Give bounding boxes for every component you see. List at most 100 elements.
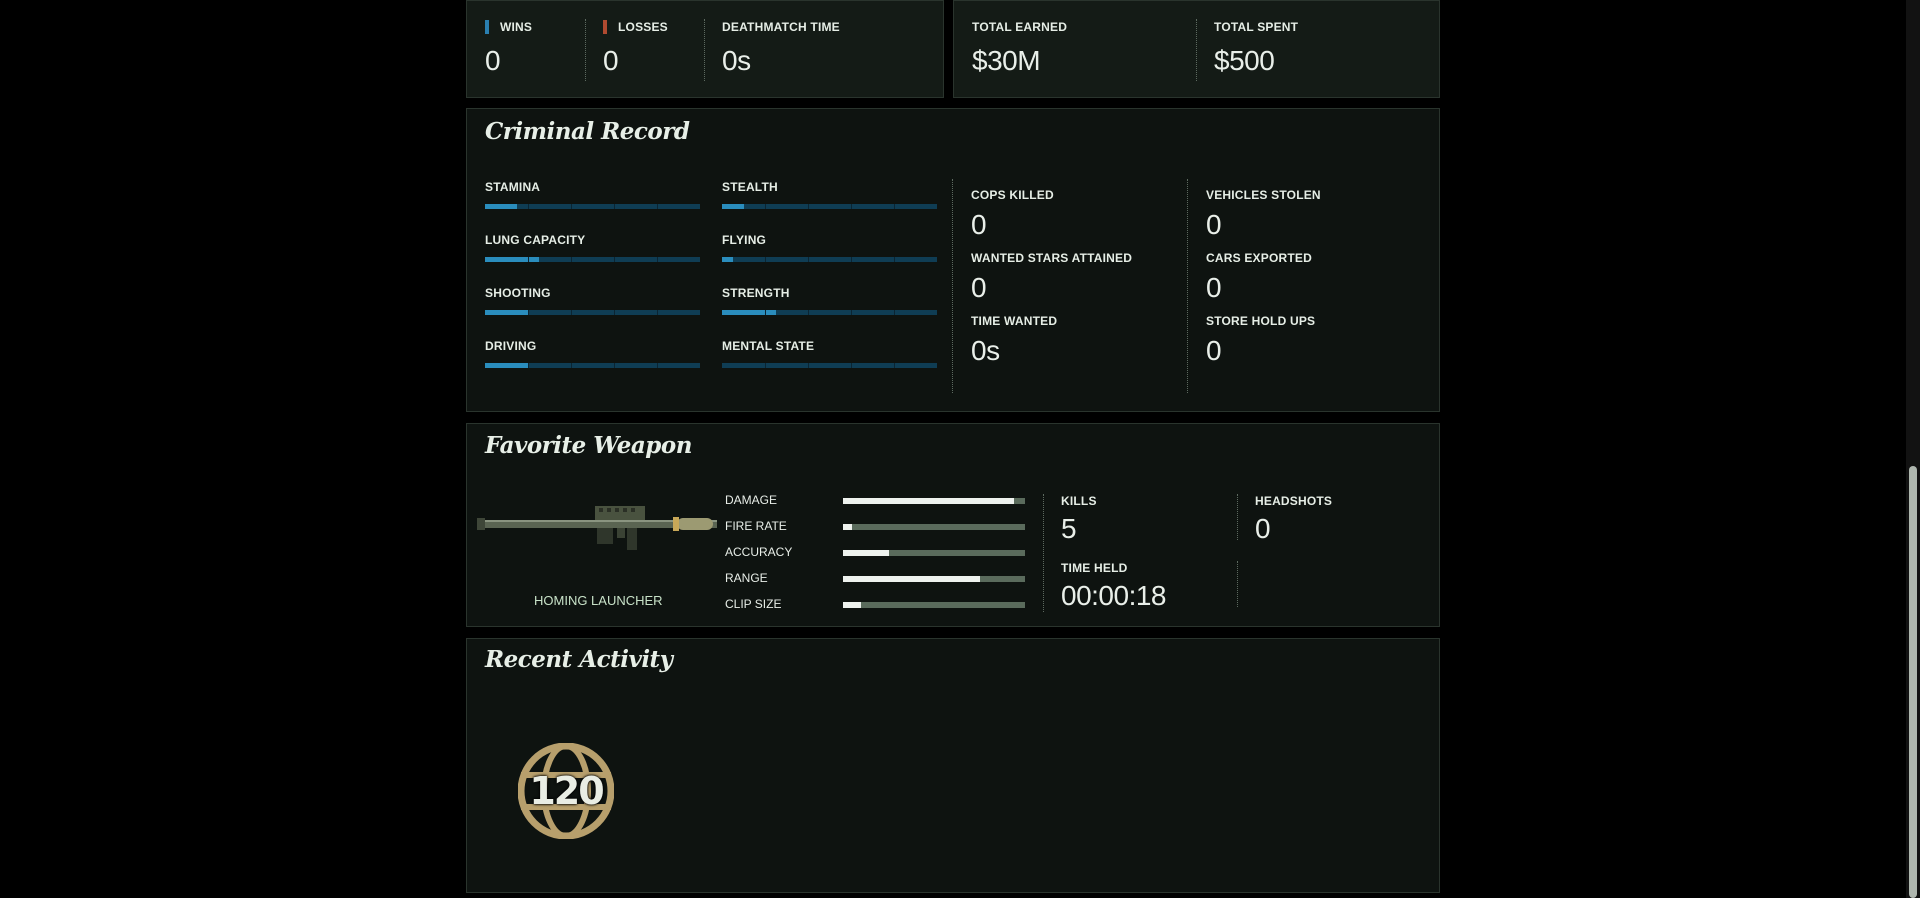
weapon-attr-bar: [843, 550, 1025, 556]
skill-bar-segment: [765, 257, 766, 262]
skill-bar: [485, 204, 700, 209]
divider: [1237, 494, 1238, 540]
kills-value: 5: [1061, 513, 1077, 544]
time-wanted-label: TIME WANTED: [971, 314, 1058, 328]
skill-bar-segment: [851, 310, 852, 315]
skill-bar: [485, 257, 700, 262]
skill-label: MENTAL STATE: [722, 339, 815, 353]
skill-label: STRENGTH: [722, 286, 790, 300]
skill-bar-segment: [571, 257, 572, 262]
divider: [952, 179, 953, 393]
match-stats-panel: WINS 0 LOSSES 0 DEATHMATCH TIME 0s: [466, 0, 944, 98]
weapon-attr-bar-fill: [843, 576, 980, 582]
total-spent-label: TOTAL SPENT: [1214, 20, 1299, 34]
time-held-value: 00:00:18: [1061, 580, 1167, 611]
cars-exported-label: CARS EXPORTED: [1206, 251, 1312, 265]
weapon-attr-bar: [843, 602, 1025, 608]
recent-activity-panel: Recent Activity 120: [466, 638, 1440, 893]
skill-bar: [722, 310, 937, 315]
skill-label: LUNG CAPACITY: [485, 233, 586, 247]
skill-bar-segment: [808, 257, 809, 262]
skill-bar-segment: [614, 204, 615, 209]
kills-label: KILLS: [1061, 494, 1097, 508]
skill-bar: [722, 363, 937, 368]
weapon-attr-bar-fill: [843, 550, 889, 556]
skill-bar: [485, 310, 700, 315]
skill-bar-segment: [765, 204, 766, 209]
divider: [704, 19, 705, 81]
weapon-attr-label: RANGE: [725, 571, 768, 585]
skill-bar-segment: [894, 363, 895, 368]
store-hold-ups-label: STORE HOLD UPS: [1206, 314, 1316, 328]
scrollbar-thumb[interactable]: [1909, 466, 1917, 898]
weapon-attr-label: DAMAGE: [725, 493, 778, 507]
weapon-attr-bar-fill: [843, 498, 1014, 504]
wins-value: 0: [485, 45, 501, 76]
skill-bar-segment: [528, 204, 529, 209]
weapon-attr-label: CLIP SIZE: [725, 597, 782, 611]
skill-bar: [722, 257, 937, 262]
skill-bar-segment: [571, 204, 572, 209]
skill-bar-segment: [851, 204, 852, 209]
skill-bar-fill: [485, 310, 528, 315]
divider: [1043, 494, 1044, 612]
cops-killed-label: COPS KILLED: [971, 188, 1054, 202]
skill-bar-segment: [808, 363, 809, 368]
skill-bar-fill: [485, 363, 528, 368]
deathmatch-time-value: 0s: [722, 45, 751, 76]
criminal-record-title: Criminal Record: [485, 118, 690, 145]
skill-bar-segment: [528, 257, 529, 262]
skill-bar-segment: [657, 310, 658, 315]
rank-badge[interactable]: 120: [518, 743, 614, 839]
weapon-attr-label: FIRE RATE: [725, 519, 787, 533]
time-held-label: TIME HELD: [1061, 561, 1128, 575]
skill-bar-segment: [528, 310, 529, 315]
skill-bar-segment: [765, 310, 766, 315]
skill-label: STAMINA: [485, 180, 541, 194]
skill-bar: [722, 204, 937, 209]
losses-label: LOSSES: [618, 20, 668, 34]
skill-bar-fill: [722, 204, 744, 209]
skill-label: SHOOTING: [485, 286, 551, 300]
deathmatch-time-label: DEATHMATCH TIME: [722, 20, 840, 34]
skill-label: DRIVING: [485, 339, 537, 353]
recent-activity-title: Recent Activity: [485, 646, 673, 673]
skill-bar-segment: [571, 363, 572, 368]
time-wanted-value: 0s: [971, 335, 1000, 366]
scrollbar[interactable]: [1906, 0, 1920, 898]
divider: [585, 19, 586, 81]
divider: [1237, 561, 1238, 607]
losses-value: 0: [603, 45, 619, 76]
wins-label: WINS: [500, 20, 533, 34]
skill-bar-segment: [657, 363, 658, 368]
skill-bar-fill: [722, 310, 776, 315]
wanted-stars-label: WANTED STARS ATTAINED: [971, 251, 1133, 265]
vehicles-stolen-value: 0: [1206, 209, 1222, 240]
wanted-stars-value: 0: [971, 272, 987, 303]
wins-indicator: [485, 20, 489, 34]
money-panel: TOTAL EARNED $30M TOTAL SPENT $500: [953, 0, 1440, 98]
weapon-attr-bar: [843, 498, 1025, 504]
store-hold-ups-value: 0: [1206, 335, 1222, 366]
skill-label: FLYING: [722, 233, 767, 247]
skill-bar-segment: [894, 257, 895, 262]
rank-number: 120: [529, 769, 604, 813]
weapon-attr-bar: [843, 576, 1025, 582]
divider: [1196, 19, 1197, 81]
skill-bar-segment: [657, 204, 658, 209]
skill-bar-segment: [614, 310, 615, 315]
skill-label: STEALTH: [722, 180, 778, 194]
cops-killed-value: 0: [971, 209, 987, 240]
headshots-value: 0: [1255, 513, 1271, 544]
headshots-label: HEADSHOTS: [1255, 494, 1333, 508]
total-spent-value: $500: [1214, 45, 1275, 76]
skill-bar-segment: [614, 257, 615, 262]
skill-bar-fill: [485, 204, 517, 209]
skill-bar-fill: [722, 257, 733, 262]
favorite-weapon-title: Favorite Weapon: [485, 432, 692, 459]
skill-bar-segment: [894, 310, 895, 315]
losses-indicator: [603, 20, 607, 34]
skill-bar-segment: [614, 363, 615, 368]
skill-bar-segment: [808, 204, 809, 209]
weapon-attr-bar-fill: [843, 524, 852, 530]
